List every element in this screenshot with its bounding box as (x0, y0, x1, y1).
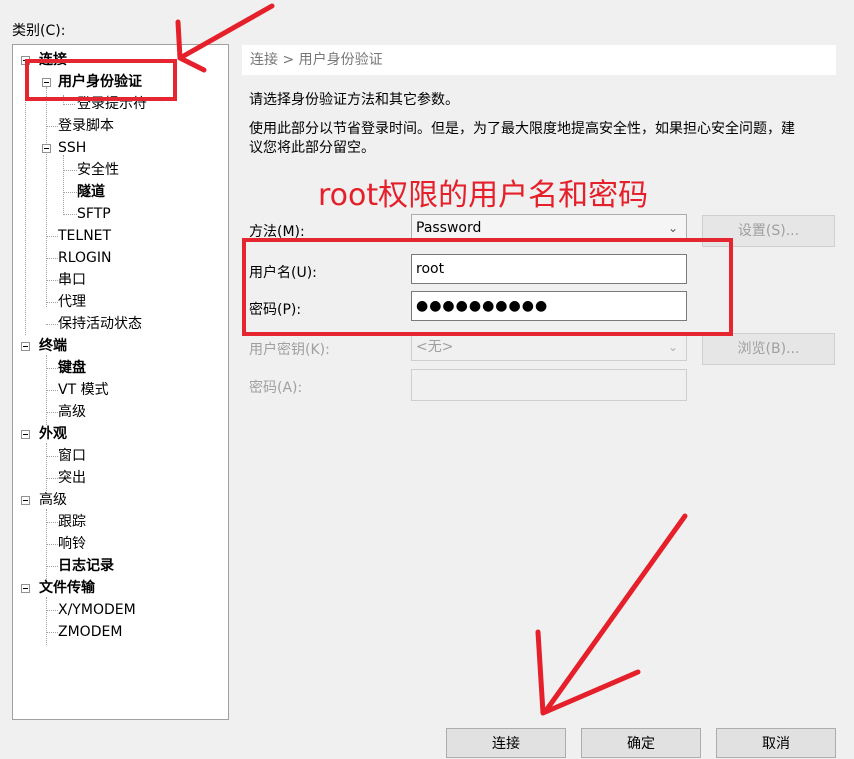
arrow-line (177, 3, 275, 61)
annotation-arrows (175, 3, 688, 716)
